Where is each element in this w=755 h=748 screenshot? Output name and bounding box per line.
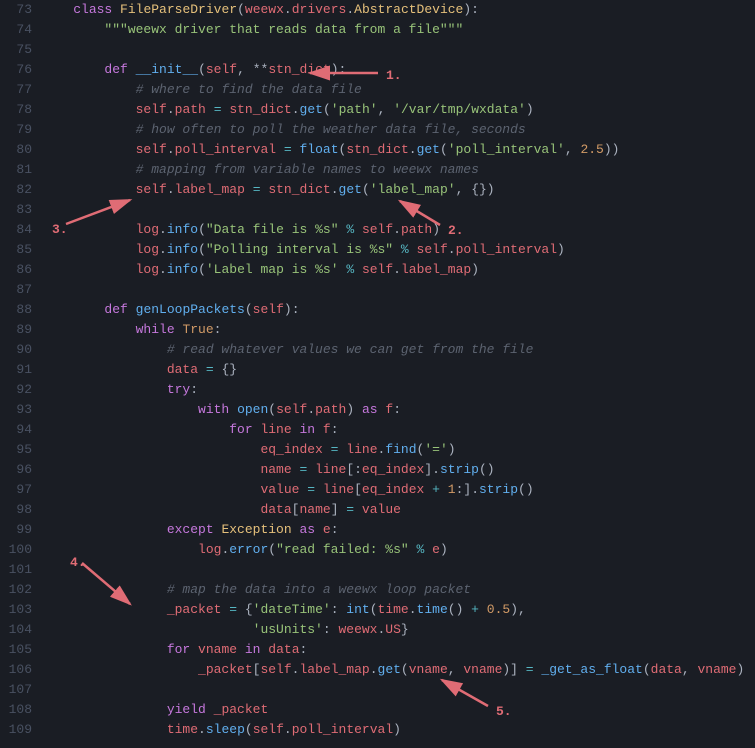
line-number: 84 [0,220,32,240]
code-content[interactable]: class FileParseDriver(weewx.drivers.Abst… [42,0,755,740]
line-number: 88 [0,300,32,320]
code-line[interactable] [42,560,755,580]
line-number: 75 [0,40,32,60]
code-line[interactable]: # how often to poll the weather data fil… [42,120,755,140]
code-line[interactable]: value = line[eq_index + 1:].strip() [42,480,755,500]
line-number: 78 [0,100,32,120]
line-number: 81 [0,160,32,180]
line-number: 94 [0,420,32,440]
line-number: 91 [0,360,32,380]
line-number: 87 [0,280,32,300]
line-number: 96 [0,460,32,480]
line-number: 86 [0,260,32,280]
line-number: 90 [0,340,32,360]
code-line[interactable]: name = line[:eq_index].strip() [42,460,755,480]
code-line[interactable]: try: [42,380,755,400]
line-number: 108 [0,700,32,720]
code-line[interactable]: while True: [42,320,755,340]
code-line[interactable]: log.info("Data file is %s" % self.path) [42,220,755,240]
line-number: 74 [0,20,32,40]
line-number: 101 [0,560,32,580]
line-number: 98 [0,500,32,520]
line-number: 77 [0,80,32,100]
code-line[interactable]: class FileParseDriver(weewx.drivers.Abst… [42,0,755,20]
code-line[interactable]: def __init__(self, **stn_dict): [42,60,755,80]
line-number: 105 [0,640,32,660]
line-number: 99 [0,520,32,540]
code-line[interactable]: self.path = stn_dict.get('path', '/var/t… [42,100,755,120]
line-number: 100 [0,540,32,560]
code-line[interactable]: yield _packet [42,700,755,720]
code-line[interactable]: data = {} [42,360,755,380]
code-editor: 7374757677787980818283848586878889909192… [0,0,755,740]
line-number: 80 [0,140,32,160]
code-line[interactable]: self.label_map = stn_dict.get('label_map… [42,180,755,200]
line-number: 93 [0,400,32,420]
code-line[interactable]: def genLoopPackets(self): [42,300,755,320]
code-line[interactable]: except Exception as e: [42,520,755,540]
code-line[interactable]: self.poll_interval = float(stn_dict.get(… [42,140,755,160]
line-number: 89 [0,320,32,340]
line-number: 103 [0,600,32,620]
code-line[interactable] [42,680,755,700]
line-number: 106 [0,660,32,680]
code-line[interactable]: data[name] = value [42,500,755,520]
code-line[interactable]: """weewx driver that reads data from a f… [42,20,755,40]
code-line[interactable]: eq_index = line.find('=') [42,440,755,460]
code-line[interactable]: # read whatever values we can get from t… [42,340,755,360]
line-number: 73 [0,0,32,20]
code-line[interactable]: time.sleep(self.poll_interval) [42,720,755,740]
code-line[interactable]: log.info("Polling interval is %s" % self… [42,240,755,260]
code-line[interactable]: for vname in data: [42,640,755,660]
code-line[interactable]: 'usUnits': weewx.US} [42,620,755,640]
line-number: 95 [0,440,32,460]
line-number: 85 [0,240,32,260]
code-line[interactable]: # map the data into a weewx loop packet [42,580,755,600]
line-number: 79 [0,120,32,140]
code-line[interactable]: # where to find the data file [42,80,755,100]
code-line[interactable]: log.info('Label map is %s' % self.label_… [42,260,755,280]
code-line[interactable]: log.error("read failed: %s" % e) [42,540,755,560]
line-number: 104 [0,620,32,640]
code-line[interactable] [42,40,755,60]
code-line[interactable]: with open(self.path) as f: [42,400,755,420]
line-number: 97 [0,480,32,500]
line-number-gutter: 7374757677787980818283848586878889909192… [0,0,42,740]
line-number: 109 [0,720,32,740]
code-line[interactable] [42,200,755,220]
line-number: 82 [0,180,32,200]
line-number: 76 [0,60,32,80]
code-line[interactable] [42,280,755,300]
code-line[interactable]: _packet = {'dateTime': int(time.time() +… [42,600,755,620]
line-number: 107 [0,680,32,700]
line-number: 92 [0,380,32,400]
line-number: 83 [0,200,32,220]
line-number: 102 [0,580,32,600]
code-line[interactable]: for line in f: [42,420,755,440]
code-line[interactable]: _packet[self.label_map.get(vname, vname)… [42,660,755,680]
code-line[interactable]: # mapping from variable names to weewx n… [42,160,755,180]
